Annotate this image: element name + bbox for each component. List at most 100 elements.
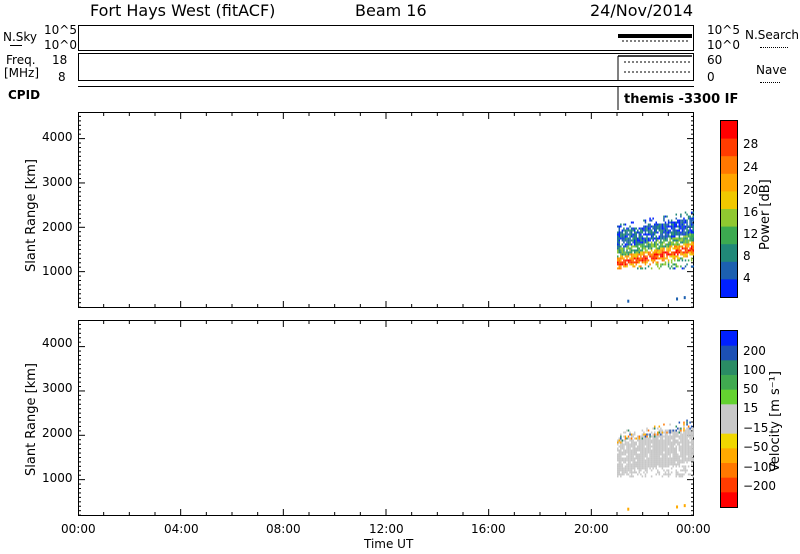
velocity-data-cell: [650, 459, 653, 462]
velocity-data-cell: [640, 465, 642, 468]
power-data-cell: [650, 247, 653, 250]
power-data-cell: [670, 225, 673, 228]
velocity-data-cell: [681, 457, 684, 460]
power-data-cell: [683, 225, 685, 228]
velocity-data-cell: [683, 453, 685, 456]
power-data-cell: [635, 243, 637, 246]
velocity-data-cell: [667, 457, 670, 460]
power-data-cell: [667, 241, 670, 244]
velocity-data-cell: [653, 441, 656, 444]
power-data-cell: [637, 251, 639, 254]
velocity-data-cell: [635, 447, 637, 450]
velocity-data-cell: [667, 447, 670, 450]
power-data-cell: [621, 231, 624, 234]
velocity-data-cell: [630, 469, 633, 472]
power-data-cell: [675, 245, 678, 248]
power-data-cell: [629, 261, 631, 264]
velocity-data-cell: [626, 471, 628, 474]
power-data-cell: [683, 221, 685, 224]
velocity-data-cell: [641, 441, 644, 444]
velocity-data-cell: [646, 471, 648, 474]
power-data-cell: [678, 235, 681, 238]
velocity-data-cell: [661, 431, 664, 434]
power-data-cell: [663, 257, 665, 260]
velocity-data-cell: [626, 455, 628, 458]
velocity-data-cell: [647, 439, 650, 442]
velocity-data-cell: [663, 469, 665, 472]
power-data-cell: [623, 245, 625, 248]
power-data-cell: [650, 231, 653, 234]
power-data-cell: [686, 237, 688, 240]
velocity-data-cell: [655, 447, 657, 450]
power-data-cell: [652, 239, 654, 242]
power-data-cell: [658, 241, 661, 244]
power-data-cell: [638, 241, 641, 244]
power-data-cell: [617, 237, 619, 240]
power-data-cell: [653, 233, 656, 236]
power-data-cell: [684, 231, 687, 234]
power-data-cell: [664, 227, 667, 230]
velocity-data-cell: [649, 441, 651, 444]
power-data-cell: [667, 229, 670, 232]
power-data-cell: [643, 259, 645, 262]
power-data-cell: [643, 261, 645, 264]
velocity-data-cell: [683, 427, 685, 430]
power-data-cell: [620, 255, 622, 258]
power-data-cell: [617, 263, 619, 266]
velocity-data-cell: [624, 431, 627, 434]
velocity-data-cell: [660, 431, 662, 434]
power-data-cell: [692, 241, 694, 244]
power-data-cell: [637, 253, 639, 256]
velocity-data-cell: [652, 465, 654, 468]
velocity-data-cell: [663, 463, 665, 466]
power-data-cell: [623, 223, 625, 226]
power-data-cell: [670, 251, 673, 254]
power-data-cell: [653, 231, 656, 234]
power-data-cell: [638, 251, 641, 254]
velocity-data-cell: [678, 455, 681, 458]
power-data-cell: [669, 235, 671, 238]
velocity-data-cell: [621, 463, 624, 466]
power-data-cell: [658, 257, 661, 260]
velocity-data-cell: [661, 449, 664, 452]
power-data-cell: [661, 253, 664, 256]
power-data-cell: [623, 265, 625, 268]
velocity-data-cell: [638, 445, 641, 448]
velocity-data-cell: [632, 435, 634, 438]
power-data-cell: [620, 251, 622, 254]
velocity-data-cell: [684, 457, 687, 460]
power-data-cell: [655, 231, 657, 234]
velocity-data-cell: [646, 451, 648, 454]
power-data-cell: [666, 237, 668, 240]
velocity-data-cell: [643, 459, 645, 462]
power-data-cell: [653, 227, 656, 230]
velocity-data-cell: [692, 441, 694, 444]
power-data-cell: [652, 251, 654, 254]
velocity-data-cell: [678, 445, 681, 448]
power-data-cell: [678, 231, 681, 234]
velocity-data-cell: [677, 473, 679, 476]
velocity-data-cell: [624, 435, 627, 438]
velocity-data-cell: [661, 441, 664, 444]
velocity-data-cell: [647, 449, 650, 452]
velocity-data-cell: [630, 455, 633, 458]
velocity-data-cell: [672, 439, 674, 442]
velocity-data-cell: [686, 439, 688, 442]
power-data-cell: [664, 215, 667, 218]
power-data-cell: [653, 237, 656, 240]
power-data-cell: [644, 239, 647, 242]
power-data-cell: [626, 263, 628, 266]
power-data-cell: [690, 245, 693, 248]
power-data-cell: [641, 235, 644, 238]
power-data-cell: [684, 221, 687, 224]
velocity-data-cell: [635, 471, 637, 474]
velocity-data-cell: [690, 463, 693, 466]
power-data-cell: [646, 237, 648, 240]
velocity-data-cell: [618, 439, 621, 442]
power-data-cell: [672, 253, 674, 256]
velocity-data-cell: [664, 457, 667, 460]
power-data-cell: [692, 223, 694, 226]
power-data-cell: [666, 249, 668, 252]
power-data-cell: [629, 233, 631, 236]
velocity-data-cell: [666, 453, 668, 456]
